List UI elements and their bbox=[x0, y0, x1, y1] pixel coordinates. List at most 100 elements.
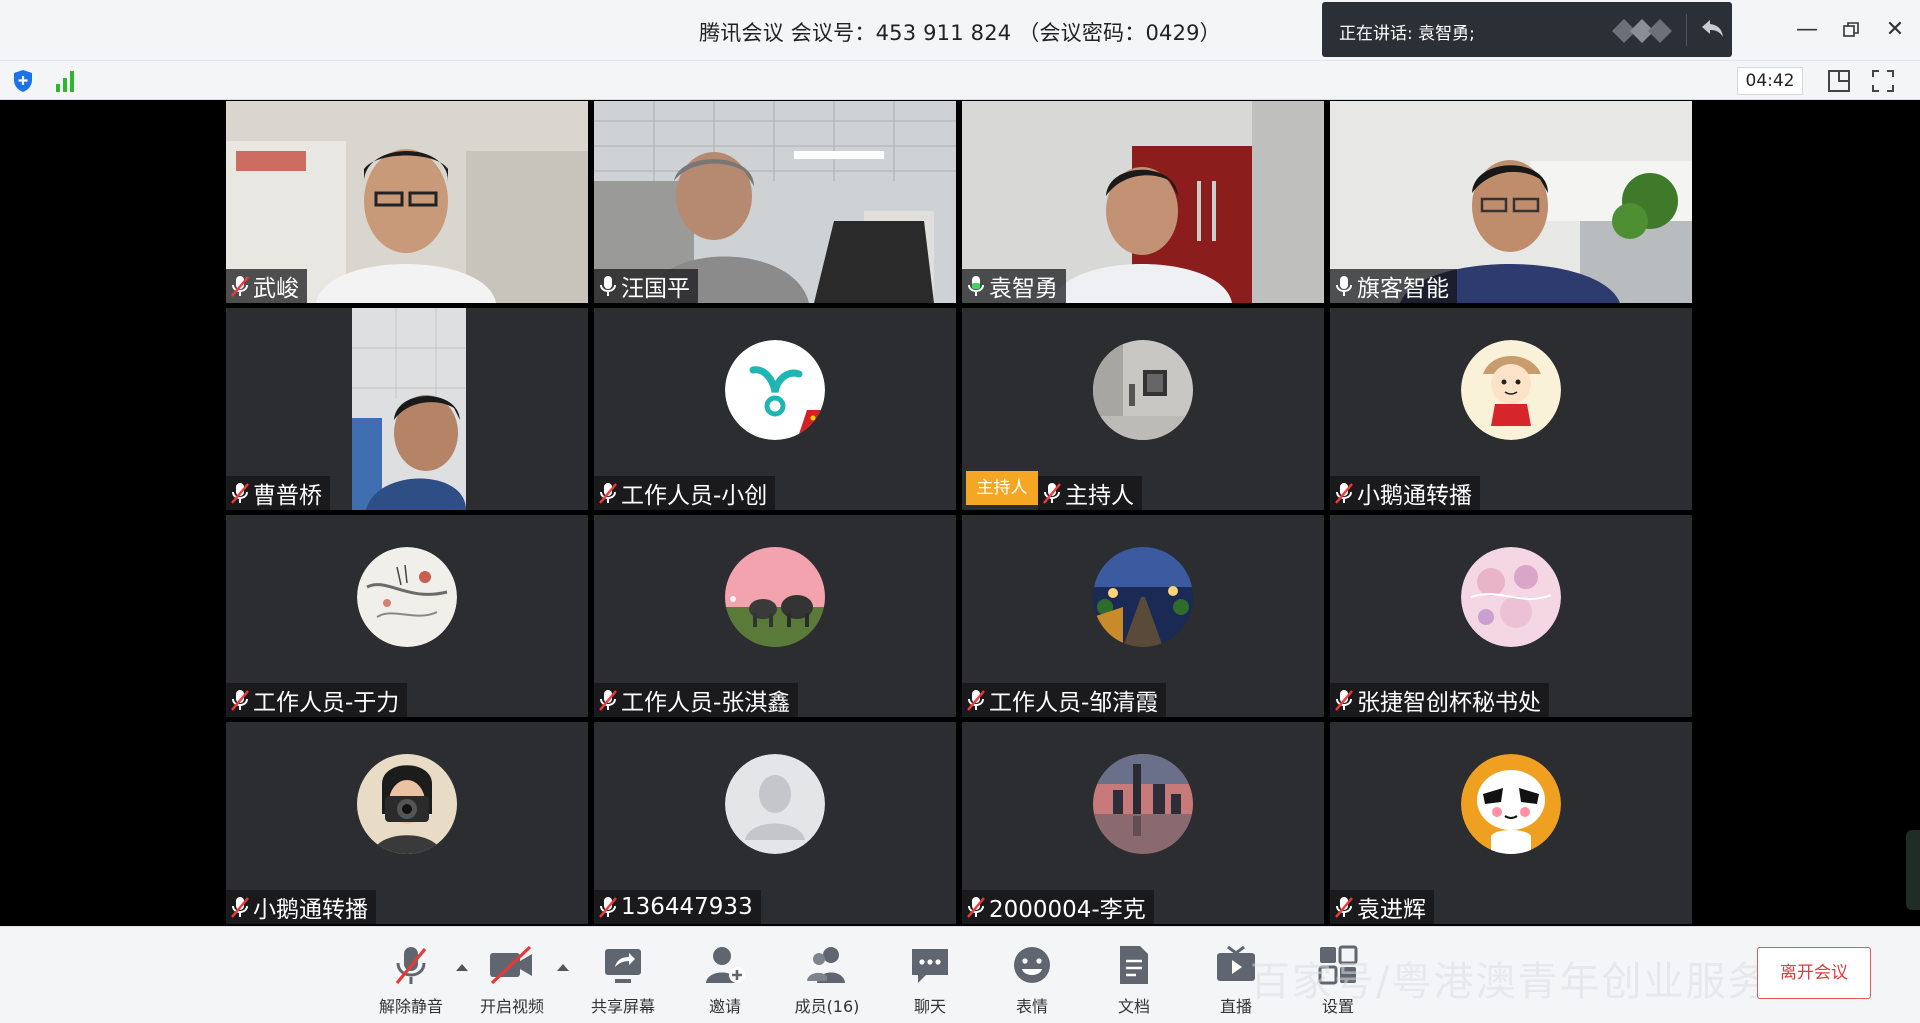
live-icon bbox=[1217, 945, 1255, 981]
document-button[interactable]: 文档 bbox=[1089, 937, 1179, 1019]
participant-name: 小鹅通转播 bbox=[1357, 483, 1472, 509]
members-label: 成员(16) bbox=[794, 997, 860, 1016]
mic-muted-icon bbox=[231, 276, 249, 297]
participant-tile[interactable]: 工作人员-小创 bbox=[594, 308, 956, 510]
share-screen-icon bbox=[605, 949, 641, 983]
live-button[interactable]: 直播 bbox=[1191, 937, 1281, 1019]
share-screen-label: 共享屏幕 bbox=[590, 997, 655, 1016]
participant-label: 工作人员-邹清霞 bbox=[962, 683, 1167, 717]
participant-label: 工作人员-张淇鑫 bbox=[594, 683, 799, 717]
participant-tile[interactable]: 工作人员-于力 bbox=[226, 515, 588, 717]
mic-muted-icon bbox=[1335, 897, 1353, 918]
participant-tile[interactable]: 主持人 主持人 bbox=[962, 308, 1324, 510]
share-screen-button[interactable]: 共享屏幕 bbox=[578, 937, 668, 1019]
participant-label: 主持人 bbox=[1038, 476, 1142, 510]
participant-name: 曹普桥 bbox=[253, 483, 322, 509]
participant-label: 工作人员-于力 bbox=[226, 683, 408, 717]
invite-button[interactable]: 邀请 bbox=[680, 937, 770, 1019]
audio-level-indicator bbox=[1906, 830, 1920, 910]
participant-name: 工作人员-邹清霞 bbox=[989, 690, 1159, 716]
leave-meeting-button[interactable]: 离开会议 bbox=[1757, 947, 1871, 999]
settings-button[interactable]: 设置 bbox=[1293, 937, 1383, 1019]
document-label: 文档 bbox=[1117, 997, 1150, 1016]
document-icon bbox=[1120, 946, 1148, 984]
participant-name: 工作人员-张淇鑫 bbox=[621, 690, 791, 716]
participant-name: 小鹅通转播 bbox=[253, 897, 368, 923]
invite-label: 邀请 bbox=[708, 997, 741, 1016]
signal-icon[interactable] bbox=[54, 69, 76, 93]
avatar bbox=[357, 754, 457, 854]
title-bar: 腾讯会议 会议号：453 911 824 （会议密码：0429） 正在讲话: 袁… bbox=[0, 0, 1920, 60]
participant-label: 2000004-李克 bbox=[962, 890, 1154, 924]
participant-tile[interactable]: 小鹅通转播 bbox=[1330, 308, 1692, 510]
mic-icon bbox=[1336, 276, 1352, 296]
mic-muted-icon bbox=[231, 897, 249, 918]
mic-muted-icon bbox=[967, 897, 985, 918]
fullscreen-icon[interactable] bbox=[1870, 68, 1896, 94]
participant-name: 工作人员-小创 bbox=[621, 483, 768, 509]
settings-label: 设置 bbox=[1321, 997, 1354, 1016]
participant-name: 136447933 bbox=[621, 894, 753, 920]
mic-muted-icon bbox=[1335, 690, 1353, 711]
participant-tile[interactable]: 小鹅通转播 bbox=[226, 722, 588, 924]
participant-tile[interactable]: 曹普桥 bbox=[226, 308, 588, 510]
mic-muted-icon bbox=[967, 690, 985, 711]
participant-tile[interactable]: 袁进辉 bbox=[1330, 722, 1692, 924]
video-grid: 武峻 汪国平 袁智勇 旗客智能 曹普桥 工作人员-小创 主持人 主持人 小鹅通转… bbox=[226, 101, 1694, 926]
speaker-thumbnail-icon bbox=[1612, 19, 1672, 43]
layout-icon[interactable] bbox=[1826, 68, 1852, 94]
chat-label: 聊天 bbox=[913, 997, 946, 1016]
control-bar: 解除静音 开启视频 共享屏幕 邀请 成员(16) 聊天 表情 文档 直播 设置 … bbox=[0, 926, 1920, 1023]
participant-label: 小鹅通转播 bbox=[226, 890, 376, 924]
emoji-button[interactable]: 表情 bbox=[987, 937, 1077, 1019]
mic-icon bbox=[600, 276, 616, 296]
mic-muted-icon bbox=[599, 690, 617, 711]
default-user-icon bbox=[725, 754, 825, 854]
live-label: 直播 bbox=[1219, 997, 1252, 1016]
mic-muted-icon bbox=[231, 483, 249, 504]
unmute-button[interactable]: 解除静音 bbox=[366, 937, 456, 1019]
participant-label: 袁进辉 bbox=[1330, 890, 1434, 924]
minimize-icon[interactable]: — bbox=[1790, 14, 1824, 46]
participant-tile[interactable]: 2000004-李克 bbox=[962, 722, 1324, 924]
start-video-label: 开启视频 bbox=[479, 997, 544, 1016]
participant-tile[interactable]: 工作人员-张淇鑫 bbox=[594, 515, 956, 717]
speaking-label: 正在讲话: 袁智勇; bbox=[1339, 24, 1475, 44]
shield-icon[interactable] bbox=[12, 69, 34, 93]
close-icon[interactable]: ✕ bbox=[1878, 14, 1912, 46]
participant-tile[interactable]: 张捷智创杯秘书处 bbox=[1330, 515, 1692, 717]
participant-tile[interactable]: 旗客智能 bbox=[1330, 101, 1692, 303]
participant-name: 汪国平 bbox=[621, 276, 690, 302]
members-button[interactable]: 成员(16) bbox=[782, 937, 872, 1019]
participant-label: 136447933 bbox=[594, 890, 761, 924]
restore-icon[interactable] bbox=[1834, 14, 1868, 46]
participant-label: 小鹅通转播 bbox=[1330, 476, 1480, 510]
return-icon[interactable] bbox=[1698, 14, 1726, 42]
video-options-caret-icon[interactable] bbox=[555, 961, 571, 973]
chat-button[interactable]: 聊天 bbox=[885, 937, 975, 1019]
emoji-icon bbox=[1014, 947, 1050, 983]
participant-tile[interactable]: 工作人员-邹清霞 bbox=[962, 515, 1324, 717]
participant-tile[interactable]: 武峻 bbox=[226, 101, 588, 303]
chat-icon bbox=[912, 949, 948, 983]
settings-icon bbox=[1318, 945, 1358, 985]
start-video-button[interactable]: 开启视频 bbox=[467, 937, 557, 1019]
participant-label: 工作人员-小创 bbox=[594, 476, 776, 510]
participant-label: 张捷智创杯秘书处 bbox=[1330, 683, 1549, 717]
participant-name: 2000004-李克 bbox=[989, 897, 1146, 923]
avatar bbox=[1461, 547, 1561, 647]
participant-name: 武峻 bbox=[253, 276, 299, 302]
participant-tile[interactable]: 136447933 bbox=[594, 722, 956, 924]
mic-muted-icon bbox=[231, 690, 249, 711]
participant-name: 袁智勇 bbox=[989, 276, 1058, 302]
participant-tile[interactable]: 袁智勇 bbox=[962, 101, 1324, 303]
participant-label: 汪国平 bbox=[594, 269, 698, 303]
unmute-label: 解除静音 bbox=[378, 997, 443, 1016]
participant-name: 袁进辉 bbox=[1357, 897, 1426, 923]
participant-label: 袁智勇 bbox=[962, 269, 1066, 303]
host-badge: 主持人 bbox=[966, 471, 1038, 505]
avatar bbox=[725, 340, 825, 440]
participant-tile[interactable]: 汪国平 bbox=[594, 101, 956, 303]
avatar bbox=[725, 547, 825, 647]
mic-muted-icon bbox=[1335, 483, 1353, 504]
